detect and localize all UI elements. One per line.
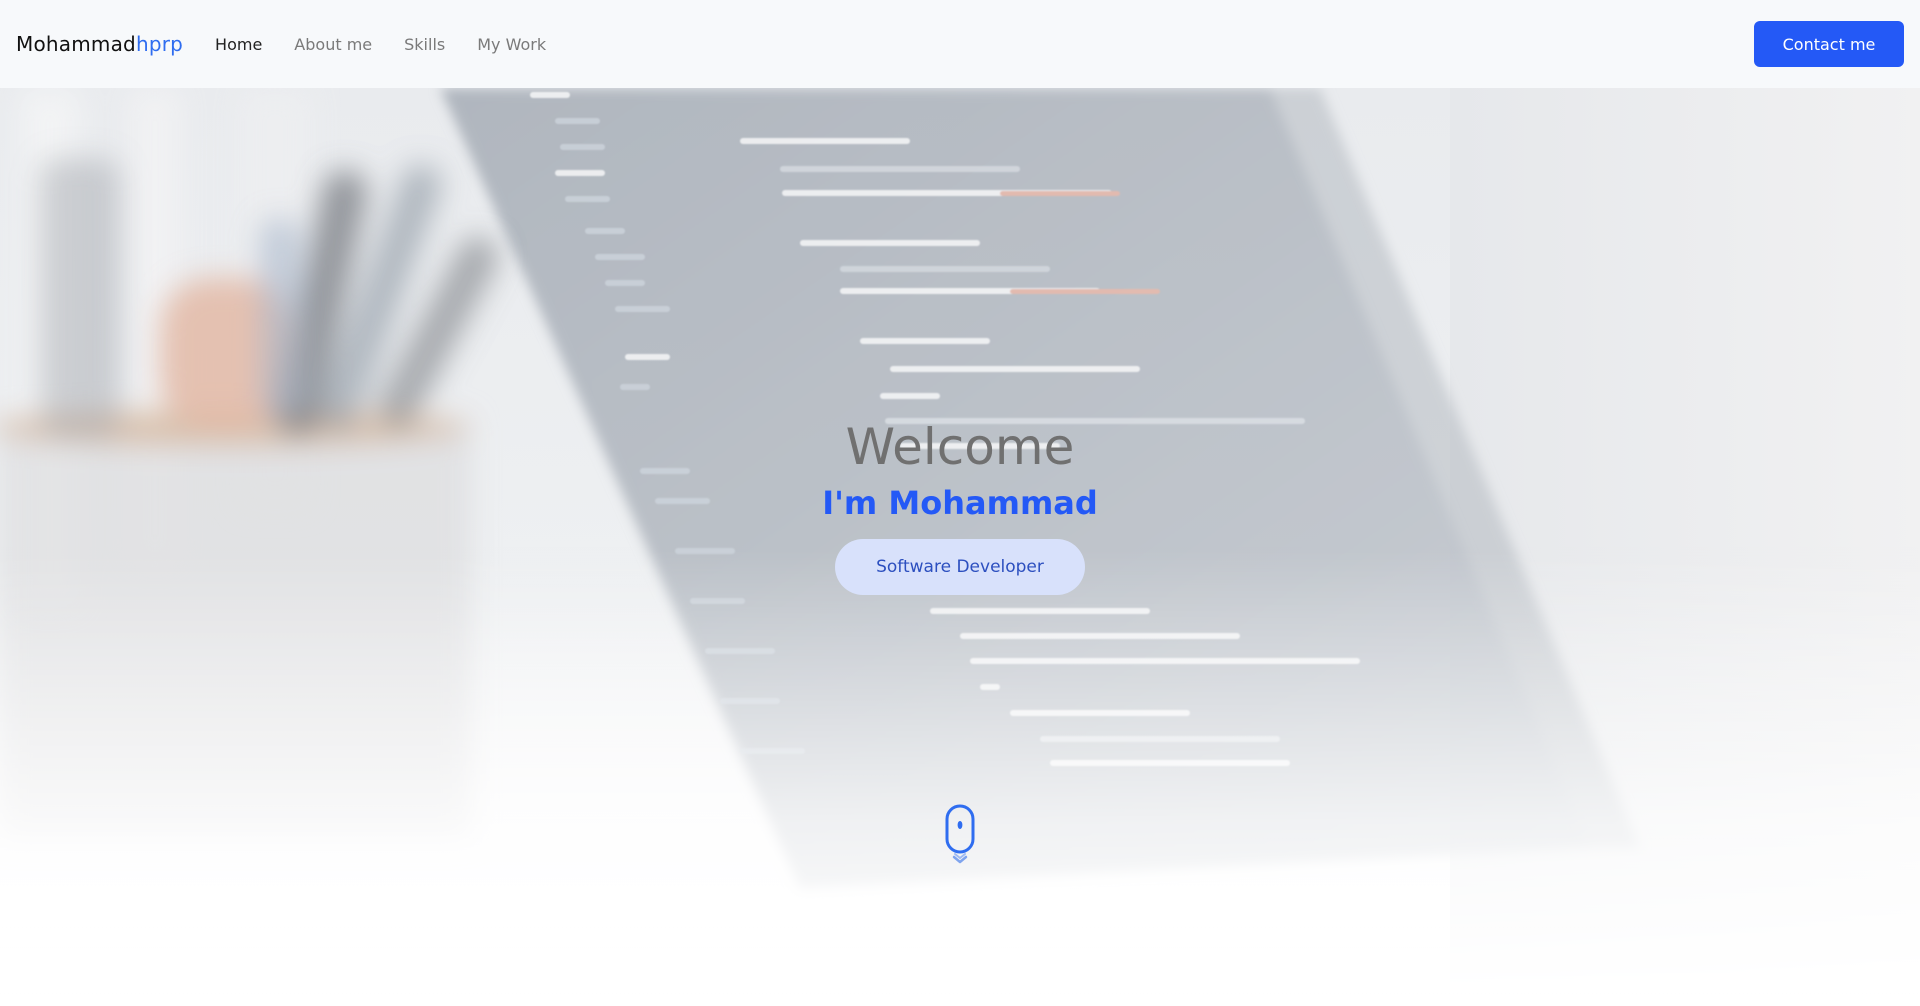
brand-name: Mohammad bbox=[16, 32, 136, 56]
role-badge: Software Developer bbox=[835, 539, 1085, 595]
brand-logo[interactable]: Mohammadhprp bbox=[16, 32, 183, 56]
hero-welcome-heading: Welcome bbox=[845, 418, 1075, 476]
nav-skills[interactable]: Skills bbox=[404, 35, 445, 54]
nav-about-me[interactable]: About me bbox=[294, 35, 372, 54]
nav-home[interactable]: Home bbox=[215, 35, 262, 54]
mouse-scroll-icon[interactable] bbox=[945, 804, 975, 864]
nav-my-work[interactable]: My Work bbox=[477, 35, 546, 54]
brand-accent: hprp bbox=[135, 32, 184, 56]
navbar: Mohammadhprp Home About me Skills My Wor… bbox=[0, 0, 1920, 88]
hero-section: Welcome I'm Mohammad Software Developer bbox=[0, 88, 1920, 1006]
hero-intro-heading: I'm Mohammad bbox=[822, 484, 1098, 522]
contact-me-button[interactable]: Contact me bbox=[1754, 21, 1904, 67]
nav-links: Home About me Skills My Work bbox=[215, 35, 546, 54]
hero-content: Welcome I'm Mohammad Software Developer bbox=[0, 88, 1920, 1006]
